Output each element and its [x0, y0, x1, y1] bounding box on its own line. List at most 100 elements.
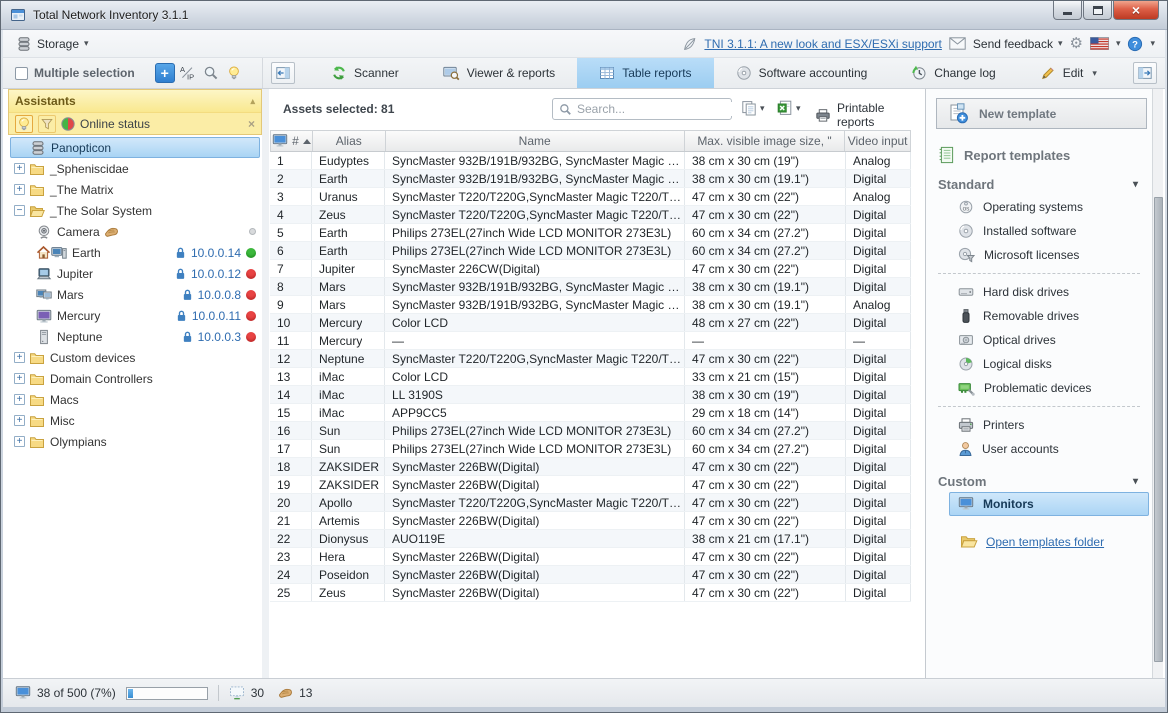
expand-right-panel-button[interactable]: [1133, 62, 1157, 84]
table-row[interactable]: 11Mercury———: [270, 332, 911, 350]
tab-change-log[interactable]: Change log: [889, 58, 1017, 88]
copy-export-button[interactable]: ▾: [741, 100, 765, 116]
table-row[interactable]: 25ZeusSyncMaster 226BW(Digital)47 cm x 3…: [270, 584, 911, 602]
find-button[interactable]: [201, 63, 221, 83]
sort-alias-ip-button[interactable]: AIP: [178, 63, 198, 83]
tree-item-the-solar-system[interactable]: −_The Solar System: [8, 200, 262, 221]
collapse-sidebar-button[interactable]: [271, 62, 295, 84]
section-custom[interactable]: Custom ▾: [926, 470, 1152, 492]
table-row[interactable]: 16SunPhilips 273EL(27inch Wide LCD MONIT…: [270, 422, 911, 440]
tree-item-custom-devices[interactable]: +Custom devices: [8, 347, 262, 368]
language-flag-icon[interactable]: [1090, 37, 1109, 50]
close-button[interactable]: ×: [1113, 1, 1159, 20]
assistant-filter-button[interactable]: [38, 115, 56, 133]
tree-item-spheniscidae[interactable]: +_Spheniscidae: [8, 158, 262, 179]
gear-icon[interactable]: ⚙: [1069, 36, 1082, 51]
section-standard[interactable]: Standard ▾: [926, 173, 1152, 195]
expand-icon[interactable]: +: [14, 184, 25, 195]
maximize-button[interactable]: [1083, 1, 1112, 20]
tree-item-earth[interactable]: Earth10.0.0.14: [8, 242, 262, 263]
template-item-user-accounts[interactable]: User accounts: [926, 437, 1152, 461]
expand-icon[interactable]: +: [14, 373, 25, 384]
tab-table-reports[interactable]: Table reports: [577, 58, 713, 88]
search-input[interactable]: [577, 102, 732, 116]
tab-scanner[interactable]: Scanner: [309, 58, 421, 88]
expand-icon[interactable]: +: [14, 394, 25, 405]
table-row[interactable]: 10MercuryColor LCD48 cm x 27 cm (22")Dig…: [270, 314, 911, 332]
template-item-installed-software[interactable]: Installed software: [926, 219, 1152, 243]
table-row[interactable]: 3UranusSyncMaster T220/T220G,SyncMaster …: [270, 188, 911, 206]
expand-icon[interactable]: +: [14, 163, 25, 174]
tab-software-accounting[interactable]: Software accounting: [714, 58, 890, 88]
tree-item-misc[interactable]: +Misc: [8, 410, 262, 431]
collapse-icon[interactable]: −: [14, 205, 25, 216]
template-item-printers[interactable]: Printers: [926, 413, 1152, 437]
tree-item-jupiter[interactable]: Jupiter10.0.0.12: [8, 263, 262, 284]
table-row[interactable]: 24PoseidonSyncMaster 226BW(Digital)47 cm…: [270, 566, 911, 584]
scrollbar-thumb[interactable]: [1154, 197, 1163, 662]
tree-item-domain-controllers[interactable]: +Domain Controllers: [8, 368, 262, 389]
excel-export-button[interactable]: ▾: [777, 100, 801, 116]
template-item-microsoft-licenses[interactable]: Microsoft licenses: [926, 243, 1152, 267]
table-row[interactable]: 15iMacAPP9CC529 cm x 18 cm (14")Digital: [270, 404, 911, 422]
table-row[interactable]: 17SunPhilips 273EL(27inch Wide LCD MONIT…: [270, 440, 911, 458]
column-header-name[interactable]: Name: [386, 131, 685, 151]
table-row[interactable]: 21ArtemisSyncMaster 226BW(Digital)47 cm …: [270, 512, 911, 530]
template-item-monitors[interactable]: Monitors: [949, 492, 1149, 516]
tree-item-camera[interactable]: Camera: [8, 221, 262, 242]
new-template-button[interactable]: New template: [936, 98, 1147, 129]
panel-splitter[interactable]: [262, 89, 269, 678]
expand-icon[interactable]: +: [14, 415, 25, 426]
add-device-button[interactable]: +: [155, 63, 175, 83]
storage-menu-button[interactable]: Storage ▾: [8, 32, 98, 56]
table-row[interactable]: 2EarthSyncMaster 932B/191B/932BG, SyncMa…: [270, 170, 911, 188]
tree-item-neptune[interactable]: Neptune10.0.0.3: [8, 326, 262, 347]
table-row[interactable]: 12NeptuneSyncMaster T220/T220G,SyncMaste…: [270, 350, 911, 368]
expand-icon[interactable]: +: [14, 352, 25, 363]
template-item-logical-disks[interactable]: Logical disks: [926, 352, 1152, 376]
table-row[interactable]: 18ZAKSIDERSyncMaster 226BW(Digital)47 cm…: [270, 458, 911, 476]
open-templates-folder-link[interactable]: Open templates folder: [986, 535, 1104, 549]
assistants-toggle-button[interactable]: [224, 63, 244, 83]
table-row[interactable]: 1EudyptesSyncMaster 932B/191B/932BG, Syn…: [270, 152, 911, 170]
template-item-operating-systems[interactable]: osOperating systems: [926, 195, 1152, 219]
table-row[interactable]: 19ZAKSIDERSyncMaster 226BW(Digital)47 cm…: [270, 476, 911, 494]
tree-item-mercury[interactable]: Mercury10.0.0.11: [8, 305, 262, 326]
help-icon[interactable]: ?: [1127, 36, 1143, 52]
template-item-hard-disk-drives[interactable]: Hard disk drives: [926, 280, 1152, 304]
assistant-online-button[interactable]: [15, 115, 33, 133]
table-row[interactable]: 20ApolloSyncMaster T220/T220G,SyncMaster…: [270, 494, 911, 512]
table-row[interactable]: 4ZeusSyncMaster T220/T220G,SyncMaster Ma…: [270, 206, 911, 224]
table-row[interactable]: 6EarthPhilips 273EL(27inch Wide LCD MONI…: [270, 242, 911, 260]
table-row[interactable]: 23HeraSyncMaster 226BW(Digital)47 cm x 3…: [270, 548, 911, 566]
tree-item-panopticon[interactable]: Panopticon: [10, 137, 260, 158]
template-item-problematic-devices[interactable]: Problematic devices: [926, 376, 1152, 400]
template-item-removable-drives[interactable]: Removable drives: [926, 304, 1152, 328]
table-row[interactable]: 13iMacColor LCD33 cm x 21 cm (15")Digita…: [270, 368, 911, 386]
column-header-alias[interactable]: Alias: [313, 131, 386, 151]
tab-edit[interactable]: Edit▾: [1018, 58, 1119, 88]
table-row[interactable]: 7JupiterSyncMaster 226CW(Digital)47 cm x…: [270, 260, 911, 278]
tree-item-macs[interactable]: +Macs: [8, 389, 262, 410]
template-item-optical-drives[interactable]: Optical drives: [926, 328, 1152, 352]
column-header-video-input[interactable]: Video input: [845, 131, 910, 151]
send-feedback-button[interactable]: Send feedback ▾: [973, 37, 1063, 51]
right-panel-scrollbar[interactable]: [1152, 89, 1163, 678]
collapse-up-icon[interactable]: ▴: [250, 96, 255, 107]
minimize-button[interactable]: [1053, 1, 1082, 20]
tree-item-the-matrix[interactable]: +_The Matrix: [8, 179, 262, 200]
tree-item-olympians[interactable]: +Olympians: [8, 431, 262, 452]
column-header-number[interactable]: #: [271, 131, 313, 151]
table-row[interactable]: 5EarthPhilips 273EL(27inch Wide LCD MONI…: [270, 224, 911, 242]
table-row[interactable]: 22DionysusAUO119E38 cm x 21 cm (17.1")Di…: [270, 530, 911, 548]
news-link[interactable]: TNI 3.1.1: A new look and ESX/ESXi suppo…: [704, 37, 941, 51]
multiple-selection-checkbox[interactable]: [15, 67, 28, 80]
table-row[interactable]: 8MarsSyncMaster 932B/191B/932BG, SyncMas…: [270, 278, 911, 296]
column-header-max-visible-image-size[interactable]: Max. visible image size, ": [685, 131, 846, 151]
printable-reports-button[interactable]: Printable reports: [815, 101, 925, 129]
table-row[interactable]: 9MarsSyncMaster 932B/191B/932BG, SyncMas…: [270, 296, 911, 314]
tab-viewer-reports[interactable]: Viewer & reports: [421, 58, 577, 88]
expand-icon[interactable]: +: [14, 436, 25, 447]
tree-item-mars[interactable]: Mars10.0.0.8: [8, 284, 262, 305]
table-row[interactable]: 14iMacLL 3190S38 cm x 30 cm (19")Digital: [270, 386, 911, 404]
